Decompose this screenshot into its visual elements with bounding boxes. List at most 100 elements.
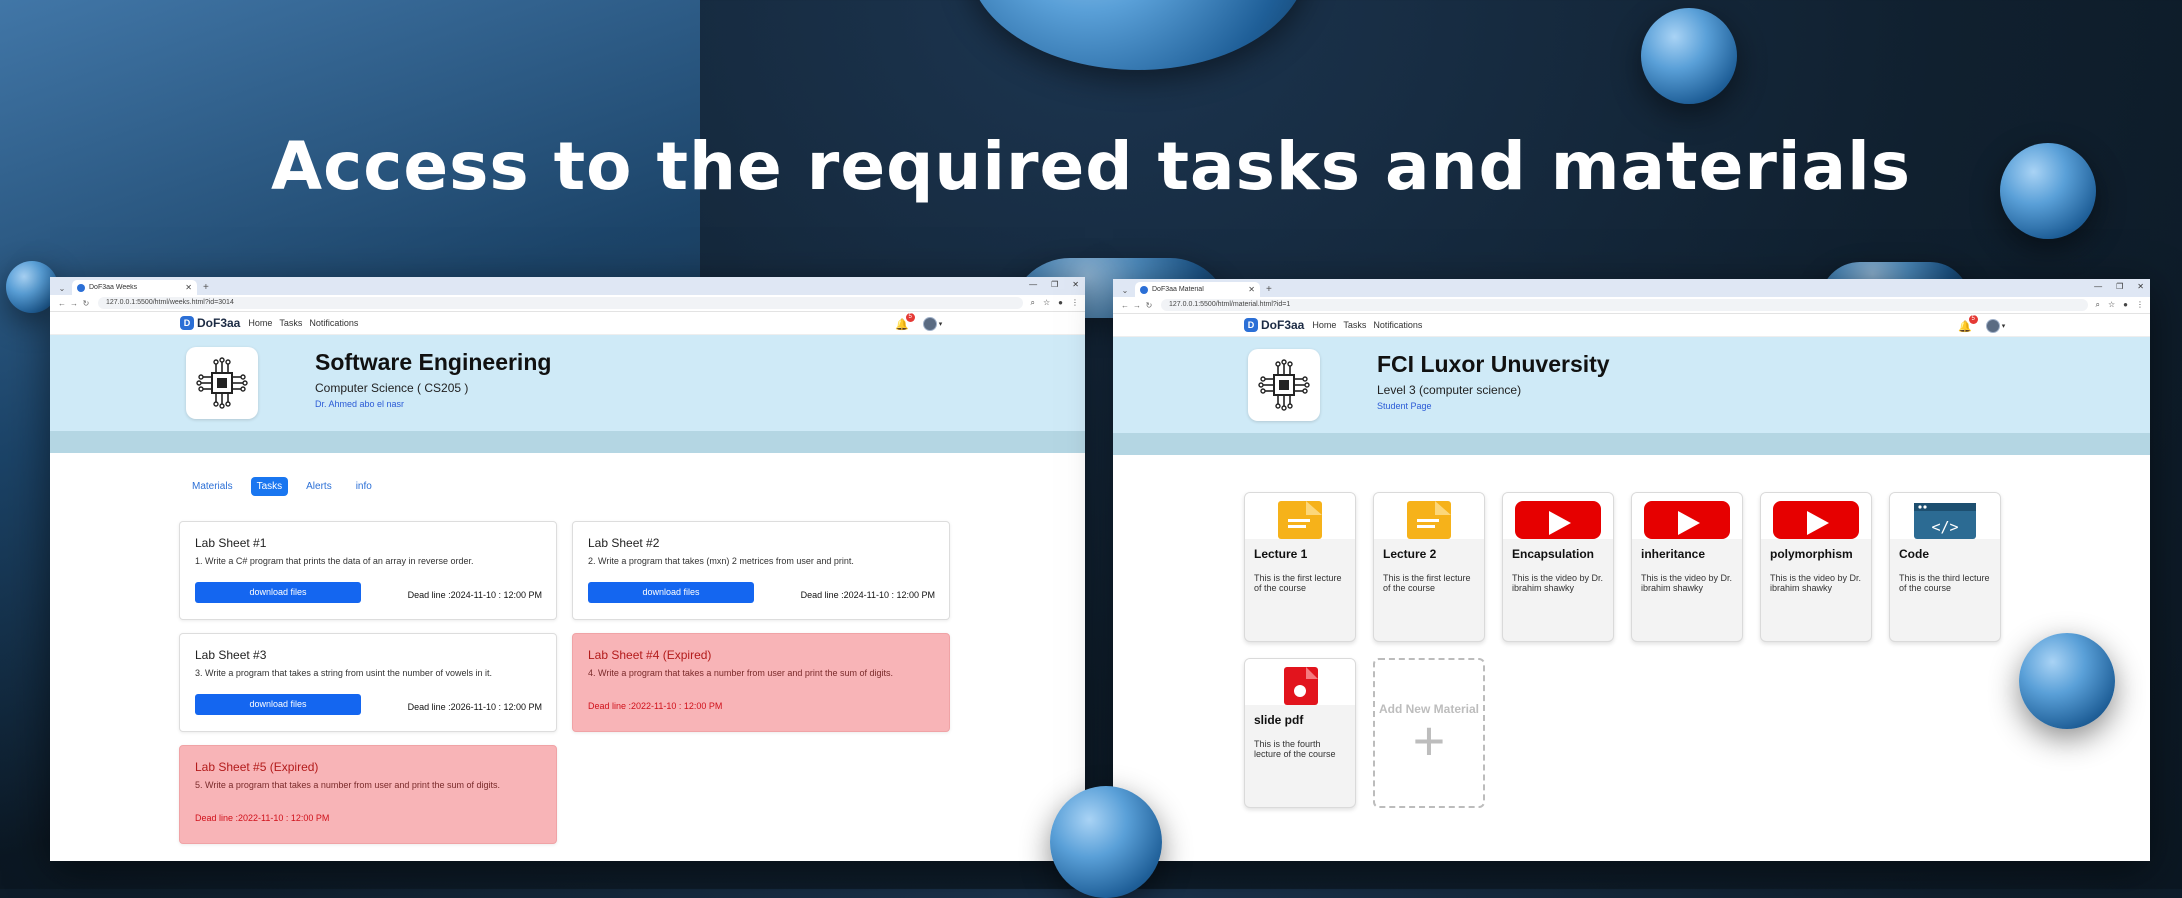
brand[interactable]: D DoF3aa <box>1244 318 1304 332</box>
nav-home[interactable]: Home <box>248 318 272 328</box>
material-description: This is the video by Dr. ibrahim shawky <box>1641 573 1733 593</box>
material-name: slide pdf <box>1254 713 1304 727</box>
add-material-card[interactable]: Add New Material + <box>1373 658 1485 808</box>
material-description: This is the third lecture of the course <box>1899 573 1990 593</box>
tab-info[interactable]: info <box>350 477 378 496</box>
browser-tab[interactable]: DoF3aa Weeks ✕ <box>72 280 197 295</box>
forward-icon[interactable]: → <box>68 299 80 308</box>
material-description: This is the first lecture of the course <box>1383 573 1471 593</box>
profile-icon[interactable]: ● <box>1058 298 1063 308</box>
material-card[interactable]: Lecture 2 This is the first lecture of t… <box>1373 492 1485 642</box>
material-name: Lecture 1 <box>1254 547 1308 561</box>
maximize-icon[interactable]: ❐ <box>2116 282 2123 291</box>
menu-kebab-icon[interactable]: ⋮ <box>1071 298 1079 308</box>
url-field[interactable]: 127.0.0.1:5500/html/weeks.html?id=3014 <box>98 297 1023 309</box>
youtube-icon <box>1773 501 1859 539</box>
zoom-icon[interactable]: ⌕ <box>1031 298 1035 308</box>
zoom-icon[interactable]: ⌕ <box>2096 300 2100 310</box>
task-card: Lab Sheet #1 1. Write a C# program that … <box>179 521 557 620</box>
task-card-expired: Lab Sheet #5 (Expired) 5. Write a progra… <box>179 745 557 844</box>
material-card[interactable]: Lecture 1 This is the first lecture of t… <box>1244 492 1356 642</box>
task-deadline: Dead line :2026-11-10 : 12:00 PM <box>407 702 542 712</box>
notification-badge: 5 <box>1968 314 1978 324</box>
tab-alerts[interactable]: Alerts <box>300 477 338 496</box>
tab-list-icon[interactable]: ⌄ <box>1119 285 1131 297</box>
material-name: Lecture 2 <box>1383 547 1437 561</box>
logo-icon: D <box>180 316 194 330</box>
avatar <box>922 317 937 331</box>
address-bar: ← → ↻ 127.0.0.1:5500/html/weeks.html?id=… <box>50 295 1085 312</box>
bookmark-star-icon[interactable]: ☆ <box>1043 298 1050 308</box>
nav-tasks[interactable]: Tasks <box>1343 320 1366 330</box>
maximize-icon[interactable]: ❐ <box>1051 280 1058 289</box>
task-card-expired: Lab Sheet #4 (Expired) 4. Write a progra… <box>572 633 950 732</box>
favicon-icon <box>77 283 85 292</box>
menu-kebab-icon[interactable]: ⋮ <box>2136 300 2144 310</box>
instructor-link[interactable]: Dr. Ahmed abo el nasr <box>315 399 404 409</box>
material-name: inheritance <box>1641 547 1706 561</box>
material-card[interactable]: </> Code This is the third lecture of th… <box>1889 492 2001 642</box>
material-card[interactable]: polymorphism This is the video by Dr. ib… <box>1760 492 1872 642</box>
browser-tab[interactable]: DoF3aa Material ✕ <box>1135 282 1260 297</box>
close-tab-icon[interactable]: ✕ <box>185 283 192 292</box>
plus-icon: + <box>1412 709 1446 772</box>
site-navbar: D DoF3aa Home Tasks Notifications 🔔 5 ▾ <box>1113 314 2150 337</box>
url-field[interactable]: 127.0.0.1:5500/html/material.html?id=1 <box>1161 299 2088 311</box>
back-icon[interactable]: ← <box>56 299 68 308</box>
reload-icon[interactable]: ↻ <box>80 299 92 308</box>
task-title: Lab Sheet #4 (Expired) <box>588 648 712 662</box>
download-files-button[interactable]: download files <box>195 694 361 715</box>
notification-bell-icon[interactable]: 🔔 5 <box>895 312 915 331</box>
tab-materials[interactable]: Materials <box>186 477 239 496</box>
user-menu[interactable]: ▾ <box>1985 319 2006 333</box>
new-tab-icon[interactable]: + <box>1266 282 1272 297</box>
task-card: Lab Sheet #3 3. Write a program that tak… <box>179 633 557 732</box>
brand[interactable]: D DoF3aa <box>180 316 240 330</box>
material-card[interactable]: Encapsulation This is the video by Dr. i… <box>1502 492 1614 642</box>
browser-window-tasks: ⌄ DoF3aa Weeks ✕ + — ❐ ✕ ← → ↻ 127.0.0.1… <box>50 277 1085 861</box>
back-icon[interactable]: ← <box>1119 301 1131 310</box>
chevron-down-icon: ▾ <box>2001 323 2006 330</box>
close-window-icon[interactable]: ✕ <box>1072 280 1079 289</box>
material-name: Code <box>1899 547 1929 561</box>
bookmark-star-icon[interactable]: ☆ <box>2108 300 2115 310</box>
browser-window-materials: ⌄ DoF3aa Material ✕ + — ❐ ✕ ← → ↻ 127.0.… <box>1113 279 2150 861</box>
tab-bar: ⌄ DoF3aa Weeks ✕ + — ❐ ✕ <box>50 277 1085 295</box>
material-card[interactable]: inheritance This is the video by Dr. ibr… <box>1631 492 1743 642</box>
logo-icon: D <box>1244 318 1258 332</box>
task-deadline: Dead line :2022-11-10 : 12:00 PM <box>588 701 723 711</box>
new-tab-icon[interactable]: + <box>203 280 209 295</box>
decor-sphere-5 <box>2019 633 2115 729</box>
header-strip <box>1113 433 2150 455</box>
close-window-icon[interactable]: ✕ <box>2137 282 2144 291</box>
notification-bell-icon[interactable]: 🔔 5 <box>1958 314 1978 333</box>
minimize-icon[interactable]: — <box>2094 282 2102 291</box>
minimize-icon[interactable]: — <box>1029 280 1037 289</box>
nav-tasks[interactable]: Tasks <box>279 318 302 328</box>
nav-notifications[interactable]: Notifications <box>1373 320 1422 330</box>
task-description: 1. Write a C# program that prints the da… <box>195 556 474 566</box>
material-card[interactable]: slide pdf This is the fourth lecture of … <box>1244 658 1356 808</box>
reload-icon[interactable]: ↻ <box>1143 301 1155 310</box>
nav-home[interactable]: Home <box>1312 320 1336 330</box>
profile-icon[interactable]: ● <box>2123 300 2128 310</box>
material-description: This is the video by Dr. ibrahim shawky <box>1512 573 1604 593</box>
close-tab-icon[interactable]: ✕ <box>1248 285 1255 294</box>
course-title: FCI Luxor Unuversity <box>1377 351 1610 377</box>
material-name: polymorphism <box>1770 547 1853 561</box>
site-navbar: D DoF3aa Home Tasks Notifications 🔔 5 ▾ <box>50 312 1085 335</box>
nav-notifications[interactable]: Notifications <box>309 318 358 328</box>
student-page-link[interactable]: Student Page <box>1377 401 1432 411</box>
tab-bar: ⌄ DoF3aa Material ✕ + — ❐ ✕ <box>1113 279 2150 297</box>
download-files-button[interactable]: download files <box>195 582 361 603</box>
forward-icon[interactable]: → <box>1131 301 1143 310</box>
user-menu[interactable]: ▾ <box>922 317 942 331</box>
task-description: 2. Write a program that takes (mxn) 2 me… <box>588 556 854 566</box>
tab-list-icon[interactable]: ⌄ <box>56 283 68 295</box>
material-description: This is the video by Dr. ibrahim shawky <box>1770 573 1862 593</box>
download-files-button[interactable]: download files <box>588 582 754 603</box>
course-subtitle: Computer Science ( CS205 ) <box>315 381 469 395</box>
decor-sphere-1 <box>1641 8 1737 104</box>
task-deadline: Dead line :2024-11-10 : 12:00 PM <box>407 590 542 600</box>
tab-tasks[interactable]: Tasks <box>250 477 289 496</box>
